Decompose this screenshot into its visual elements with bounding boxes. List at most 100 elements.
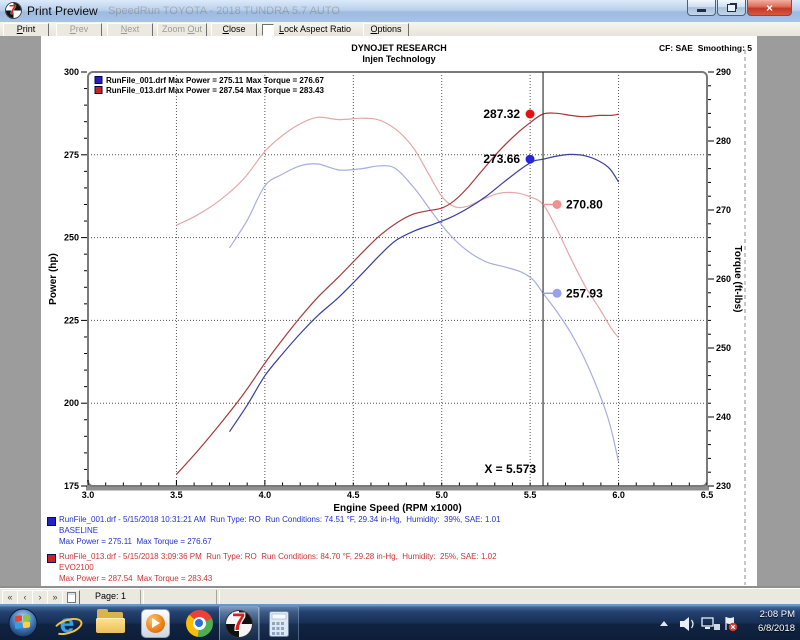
tray-expand-icon[interactable] (660, 621, 668, 626)
close-window-button[interactable]: × (747, 0, 792, 16)
zoom-out-button[interactable]: Zoom Out (157, 23, 207, 37)
legend-file-power: RunFile_001.drf Max Power = 275.11 (106, 76, 244, 85)
y-left-tick-label: 175 (64, 481, 79, 491)
run2-info-line: RunFile_013.drf - 5/15/2018 3:09:36 PM R… (59, 552, 497, 562)
y-right-axis-title: Torque (ft-lbs) (732, 245, 743, 312)
dyno-chart[interactable]: 3.03.54.04.55.05.56.06.53002752502252001… (0, 36, 800, 588)
dynojet-app-icon: 7 (6, 3, 21, 18)
y-left-tick-label: 275 (64, 150, 79, 160)
x-tick-label: 5.0 (435, 490, 448, 500)
y-right-tick-label: 230 (716, 481, 731, 491)
marker-value-label: 287.32 (483, 107, 520, 121)
marker-dot (526, 109, 535, 118)
taskbar-item-dynojet-active[interactable]: 7 (219, 606, 259, 640)
x-tick-label: 6.5 (701, 490, 714, 500)
marker-value-label: 257.93 (566, 286, 603, 300)
y-right-tick-label: 260 (716, 274, 731, 284)
minimize-button[interactable] (687, 0, 716, 16)
taskbar-clock[interactable]: 2:08 PM 6/8/2018 (758, 608, 795, 636)
volume-icon[interactable] (680, 617, 693, 631)
run2-name-line: EVO2100 (59, 563, 94, 573)
marker-dot (526, 155, 535, 164)
restore-icon (727, 4, 736, 12)
taskbar-item-internet-explorer[interactable]: e (48, 606, 86, 640)
cursor-x-label: X = 5.573 (484, 462, 536, 476)
page-indicator: Page: 1 (95, 591, 126, 601)
y-left-tick-label: 300 (64, 67, 79, 77)
taskbar-item-media-player[interactable] (136, 606, 174, 640)
system-tray (656, 615, 738, 633)
taskbar-item-windows-explorer[interactable] (92, 606, 130, 640)
status-divider (140, 590, 144, 604)
last-page-button[interactable]: » (47, 590, 63, 605)
ghost-window-title: SpeedRun TOYOTA - 2018 TUNDRA 5.7 AUTO (108, 5, 340, 17)
media-player-icon (141, 609, 170, 638)
y-left-tick-label: 250 (64, 233, 79, 243)
x-tick-label: 3.0 (82, 490, 95, 500)
y-right-tick-label: 270 (716, 205, 731, 215)
folder-icon (96, 612, 126, 634)
lock-aspect-label: Lock Aspect Ratio (279, 24, 351, 34)
print-preview-toolbar: Print Prev Next Zoom Out Close Lock Aspe… (0, 22, 800, 37)
y-right-tick-label: 290 (716, 67, 731, 77)
run2-max-line: Max Power = 287.54 Max Torque = 283.43 (59, 574, 212, 584)
desktop: 7 Print Preview SpeedRun TOYOTA - 2018 T… (0, 0, 800, 640)
marker-dot (553, 289, 562, 298)
y-left-tick-label: 200 (64, 398, 79, 408)
clock-date: 6/8/2018 (758, 622, 795, 636)
next-button[interactable]: Next (107, 23, 153, 37)
action-center-flag-icon[interactable] (726, 617, 737, 631)
prev-page-button[interactable]: ‹ (17, 590, 33, 605)
x-tick-label: 4.5 (347, 490, 360, 500)
title-bar: 7 Print Preview SpeedRun TOYOTA - 2018 T… (0, 0, 800, 23)
taskbar-item-chrome[interactable] (180, 606, 218, 640)
y-left-tick-label: 225 (64, 315, 79, 325)
legend-file-power: RunFile_013.drf Max Power = 287.54 (106, 86, 244, 95)
x-tick-label: 3.5 (170, 490, 183, 500)
document-icon (67, 592, 76, 603)
dynojet-winpep-icon: 7 (226, 611, 252, 637)
x-tick-label: 4.0 (259, 490, 272, 500)
y-right-tick-label: 280 (716, 136, 731, 146)
close-icon: × (766, 1, 773, 15)
window-title: Print Preview (27, 4, 98, 18)
options-button[interactable]: Options (363, 23, 409, 37)
marker-value-label: 270.80 (566, 197, 603, 211)
run-color-swatch (47, 554, 56, 563)
restore-button[interactable] (717, 0, 746, 16)
chrome-icon (186, 610, 213, 637)
print-button[interactable]: Print (3, 23, 49, 37)
status-bar: « ‹ › » Page: 1 (0, 588, 800, 605)
y-right-tick-label: 250 (716, 343, 731, 353)
windows-orb-icon (7, 607, 39, 639)
lock-aspect-checkbox[interactable] (262, 24, 274, 36)
first-page-button[interactable]: « (2, 590, 18, 605)
next-page-button[interactable]: › (32, 590, 48, 605)
chart-title: DYNOJET RESEARCH (351, 43, 447, 53)
chart-subtitle: Injen Technology (362, 54, 435, 64)
prev-button[interactable]: Prev (56, 23, 102, 37)
legend-torque: Max Torque = 283.43 (246, 86, 324, 95)
plot-frame (88, 72, 707, 486)
minimize-icon (697, 9, 706, 12)
preview-area: 3.03.54.04.55.05.56.06.53002752502252001… (0, 36, 800, 588)
taskbar-item-calculator[interactable] (259, 606, 299, 640)
run-color-swatch (47, 517, 56, 526)
network-icon[interactable] (702, 618, 720, 630)
start-button[interactable] (4, 606, 42, 640)
taskbar: e 7 (0, 604, 800, 640)
y-right-tick-label: 240 (716, 412, 731, 422)
calculator-icon (269, 611, 289, 637)
legend-torque: Max Torque = 276.67 (246, 76, 324, 85)
x-axis-title: Engine Speed (RPM x1000) (333, 503, 461, 514)
status-divider (216, 590, 220, 604)
page-layout-button[interactable] (62, 590, 80, 605)
marker-value-label: 273.66 (483, 152, 520, 166)
x-tick-label: 6.0 (612, 490, 625, 500)
clock-time: 2:08 PM (758, 608, 795, 622)
close-preview-button[interactable]: Close (211, 23, 257, 37)
marker-dot (553, 200, 562, 209)
run1-name-line: BASELINE (59, 526, 98, 536)
correction-smoothing-note: CF: SAE Smoothing: 5 (659, 43, 752, 53)
run1-info-line: RunFile_001.drf - 5/15/2018 10:31:21 AM … (59, 515, 501, 525)
